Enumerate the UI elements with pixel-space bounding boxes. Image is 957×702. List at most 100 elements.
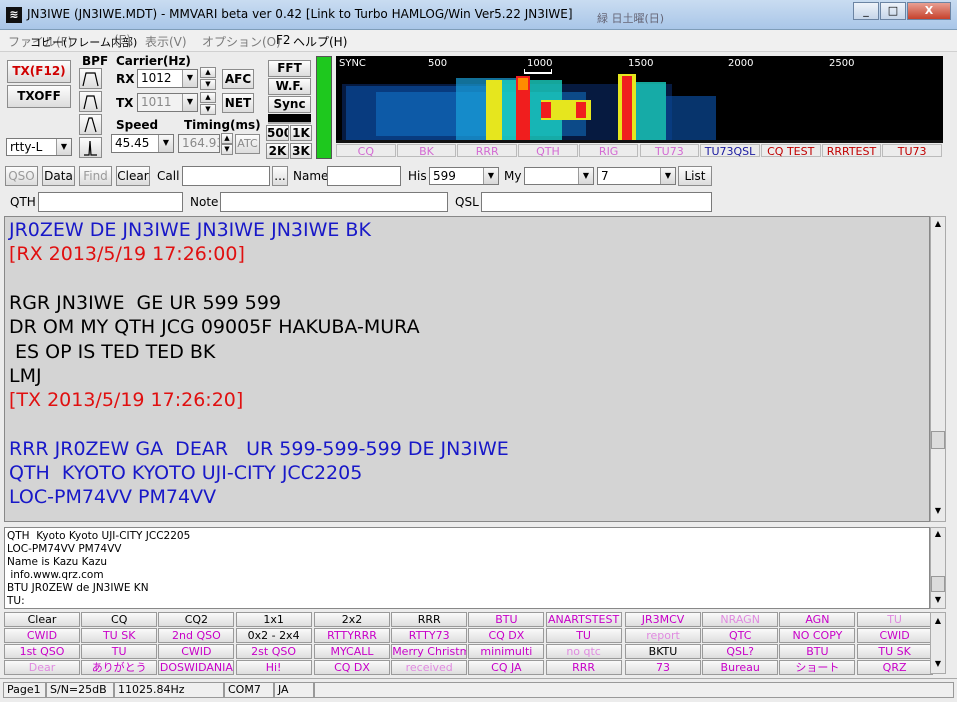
macro-button[interactable]: DOSWIDANIA bbox=[158, 660, 235, 675]
macro-button[interactable]: minimulti bbox=[468, 644, 545, 659]
find-button[interactable]: Find bbox=[79, 166, 112, 186]
rx-frequency-select[interactable]: 1012 ▼ bbox=[137, 69, 198, 88]
note-input[interactable] bbox=[220, 192, 448, 212]
scroll-down-icon[interactable]: ▼ bbox=[931, 659, 945, 668]
my-rst-select[interactable]: ▼ bbox=[524, 167, 594, 185]
menu-options[interactable]: オプション(O) bbox=[202, 33, 281, 50]
data-button[interactable]: Data bbox=[42, 166, 75, 186]
rx-down-button[interactable]: ▼ bbox=[200, 79, 216, 90]
menu-help[interactable]: ヘルプ(H) bbox=[293, 33, 347, 50]
macro-button[interactable]: Hi! bbox=[235, 660, 312, 675]
scroll-down-icon[interactable]: ▼ bbox=[932, 506, 944, 518]
waterfall-button[interactable]: W.F. bbox=[268, 78, 311, 95]
macro-bank-scroll[interactable]: ▲ ▼ bbox=[930, 612, 946, 674]
chevron-down-icon[interactable]: ▼ bbox=[56, 139, 71, 155]
macro-top-0[interactable]: CQ bbox=[336, 144, 396, 158]
timing-down-button[interactable]: ▼ bbox=[221, 144, 233, 155]
bpf-narrow-button[interactable] bbox=[79, 114, 102, 135]
mode-select[interactable]: rtty-L ▼ bbox=[6, 138, 72, 156]
macro-button[interactable]: TU SK bbox=[81, 628, 158, 643]
band-select[interactable]: 7 ▼ bbox=[597, 167, 676, 185]
macro-button[interactable]: QRZ bbox=[856, 660, 933, 675]
macro-button[interactable]: received bbox=[391, 660, 468, 675]
macro-button[interactable]: RTTY73 bbox=[391, 628, 468, 643]
macro-button[interactable]: TU bbox=[81, 644, 158, 659]
macro-button[interactable]: JR3MCV bbox=[625, 612, 701, 627]
macro-button[interactable]: 2nd QSO bbox=[158, 628, 235, 643]
bpf-wide-button[interactable] bbox=[79, 68, 102, 89]
macro-button[interactable]: BTU bbox=[468, 612, 545, 627]
bpf-sharp-button[interactable] bbox=[79, 137, 102, 158]
macro-button[interactable]: AGN bbox=[779, 612, 856, 627]
macro-button[interactable]: NO COPY bbox=[779, 628, 856, 643]
call-lookup-button[interactable]: ... bbox=[272, 166, 288, 186]
macro-button[interactable]: CWID bbox=[158, 644, 235, 659]
qso-button[interactable]: QSO bbox=[5, 166, 38, 186]
span-2k-button[interactable]: 2K bbox=[266, 143, 289, 159]
macro-button[interactable]: 1x1 bbox=[235, 612, 312, 627]
macro-button[interactable]: 1st QSO bbox=[4, 644, 80, 659]
menu-edit[interactable]: (E) bbox=[114, 33, 131, 47]
timing-up-button[interactable]: ▲ bbox=[221, 133, 233, 144]
call-input[interactable] bbox=[182, 166, 270, 186]
macro-button[interactable]: ショート bbox=[779, 660, 856, 675]
macro-button[interactable]: 2x2 bbox=[314, 612, 390, 627]
macro-button[interactable]: 0x2 - 2x4 bbox=[235, 628, 312, 643]
macro-button[interactable]: NRAGN bbox=[702, 612, 779, 627]
macro-button[interactable]: RTTYRRR bbox=[314, 628, 390, 643]
macro-button[interactable]: no qtc bbox=[545, 644, 622, 659]
transmit-text-pane[interactable]: QTH Kyoto Kyoto UJI-CITY JCC2205 LOC-PM74… bbox=[4, 527, 930, 609]
macro-button[interactable]: MYCALL bbox=[314, 644, 390, 659]
atc-button[interactable]: ATC bbox=[235, 134, 260, 154]
qth-input[interactable] bbox=[38, 192, 183, 212]
macro-top-3[interactable]: QTH bbox=[518, 144, 578, 158]
chevron-down-icon[interactable]: ▼ bbox=[182, 94, 197, 111]
receive-scrollbar[interactable]: ▲ ▼ bbox=[930, 216, 946, 522]
fft-button[interactable]: FFT bbox=[268, 60, 311, 77]
scroll-up-icon[interactable]: ▲ bbox=[932, 219, 944, 231]
macro-button[interactable]: CQ2 bbox=[158, 612, 235, 627]
macro-top-1[interactable]: BK bbox=[396, 144, 457, 158]
waterfall-display[interactable]: SYNC 500 1000 1500 2000 2500 bbox=[336, 56, 943, 143]
macro-button[interactable]: BTU bbox=[779, 644, 856, 659]
rx-up-button[interactable]: ▲ bbox=[200, 67, 216, 78]
list-button[interactable]: List bbox=[678, 166, 712, 186]
macro-button[interactable]: QSL? bbox=[702, 644, 779, 659]
macro-button[interactable]: report bbox=[625, 628, 701, 643]
macro-top-4[interactable]: RIG bbox=[578, 144, 639, 158]
macro-button[interactable]: Clear bbox=[4, 612, 80, 627]
chevron-down-icon[interactable]: ▼ bbox=[660, 168, 675, 184]
chevron-down-icon[interactable]: ▼ bbox=[578, 168, 593, 184]
macro-button[interactable]: QTC bbox=[702, 628, 779, 643]
macro-button[interactable]: CQ bbox=[81, 612, 158, 627]
macro-button[interactable]: 73 bbox=[625, 660, 701, 675]
macro-button[interactable]: TU bbox=[856, 612, 933, 627]
chevron-down-icon[interactable]: ▼ bbox=[483, 168, 498, 184]
menu-f2[interactable]: F2 bbox=[276, 33, 291, 47]
scroll-thumb[interactable] bbox=[931, 431, 945, 449]
maximize-button[interactable]: □ bbox=[880, 2, 906, 20]
macro-button[interactable]: CQ DX bbox=[468, 628, 545, 643]
macro-button[interactable]: TU bbox=[545, 628, 622, 643]
span-1k-button[interactable]: 1K bbox=[290, 125, 312, 141]
macro-top-8[interactable]: RRRTEST bbox=[821, 144, 882, 158]
macro-button[interactable]: ANARTSTEST bbox=[545, 612, 622, 627]
scroll-up-icon[interactable]: ▲ bbox=[931, 616, 945, 625]
macro-button[interactable]: BKTU bbox=[625, 644, 701, 659]
transmit-scrollbar[interactable]: ▲ ▼ bbox=[930, 527, 946, 609]
tx-down-button[interactable]: ▼ bbox=[200, 104, 216, 115]
chevron-down-icon[interactable]: ▼ bbox=[158, 135, 173, 152]
span-500-button[interactable]: 500 bbox=[266, 125, 289, 141]
chevron-down-icon[interactable]: ▼ bbox=[182, 70, 197, 87]
timing-field[interactable]: 164.93 bbox=[178, 134, 220, 153]
speed-select[interactable]: 45.45 ▼ bbox=[111, 134, 174, 153]
macro-top-9[interactable]: TU73 bbox=[882, 144, 942, 158]
scroll-down-icon[interactable]: ▼ bbox=[932, 595, 944, 607]
net-button[interactable]: NET bbox=[222, 93, 254, 113]
macro-button[interactable]: RRR bbox=[545, 660, 622, 675]
qsl-input[interactable] bbox=[481, 192, 712, 212]
scroll-thumb[interactable] bbox=[931, 576, 945, 592]
name-input[interactable] bbox=[327, 166, 401, 186]
afc-button[interactable]: AFC bbox=[222, 69, 254, 89]
menu-view[interactable]: 表示(V) bbox=[145, 33, 187, 50]
